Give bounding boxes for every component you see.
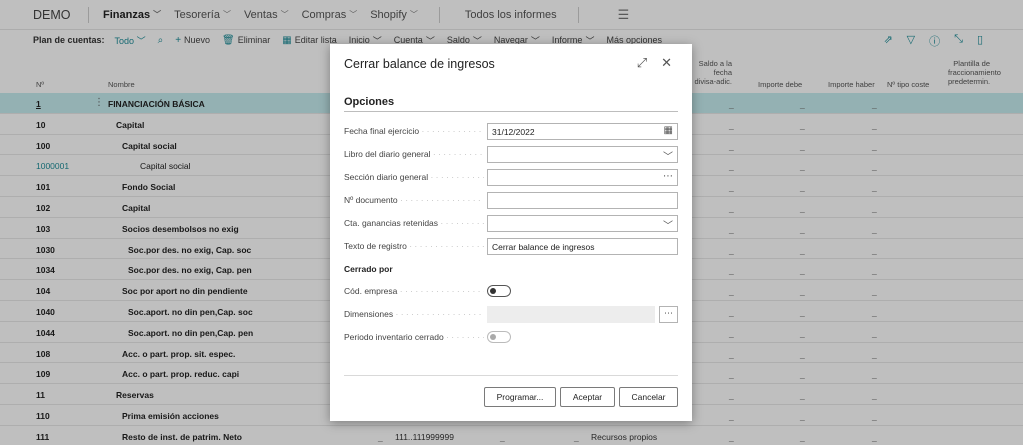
libro-select[interactable]: ﹀ (487, 146, 678, 163)
footer-divider (344, 375, 678, 376)
documento-field: Nº documento (344, 192, 678, 209)
texto-input[interactable]: Cerrar balance de ingresos (487, 238, 678, 255)
field-label: Texto de registro (344, 241, 484, 251)
periodo-toggle (487, 331, 511, 343)
cancelar-button[interactable]: Cancelar (619, 387, 678, 407)
close-income-dialog: Cerrar balance de ingresos ⤢ ✕ Opciones … (330, 44, 692, 421)
calendar-icon[interactable]: ▦ (664, 125, 673, 136)
texto-field: Texto de registro Cerrar balance de ingr… (344, 238, 678, 255)
field-label: Sección diario general (344, 172, 484, 182)
ellipsis-icon[interactable]: ⋯ (663, 171, 673, 182)
field-label: Nº documento (344, 195, 484, 205)
cod-empresa-toggle[interactable] (487, 285, 511, 297)
dialog-title: Cerrar balance de ingresos (344, 57, 495, 71)
toggle-knob (490, 334, 496, 340)
field-label: Cta. ganancias retenidas (344, 218, 484, 228)
aceptar-button[interactable]: Aceptar (560, 387, 615, 407)
field-label: Periodo inventario cerrado (344, 332, 484, 342)
dimensiones-input (487, 306, 655, 323)
dialog-header-icons: ⤢ ✕ (637, 55, 672, 71)
fecha-field: Fecha final ejercicio 31/12/2022 ▦ (344, 123, 678, 140)
documento-input[interactable] (487, 192, 678, 209)
field-label: Dimensiones (344, 309, 484, 319)
expand-icon[interactable]: ⤢ (637, 55, 647, 71)
dimensiones-ellipsis-button[interactable]: ⋯ (659, 306, 678, 323)
periodo-field: Periodo inventario cerrado (344, 329, 678, 346)
fecha-input[interactable]: 31/12/2022 ▦ (487, 123, 678, 140)
field-label: Libro del diario general (344, 149, 484, 159)
cod-empresa-field: Cód. empresa (344, 283, 678, 300)
chevron-down-icon: ﹀ (663, 221, 673, 232)
section-header: Opciones (344, 96, 678, 112)
libro-field: Libro del diario general ﹀ (344, 146, 678, 163)
close-icon[interactable]: ✕ (661, 55, 672, 71)
cta-select[interactable]: ﹀ (487, 215, 678, 232)
field-label: Fecha final ejercicio (344, 126, 484, 136)
field-value: 31/12/2022 (492, 127, 535, 137)
field-label: Cód. empresa (344, 286, 484, 296)
seccion-input[interactable]: ⋯ (487, 169, 678, 186)
cerrado-por-heading: Cerrado por (344, 264, 393, 274)
toggle-knob (490, 288, 496, 294)
seccion-field: Sección diario general ⋯ (344, 169, 678, 186)
programar-button[interactable]: Programar... (484, 387, 556, 407)
chevron-down-icon: ﹀ (663, 152, 673, 163)
dimensiones-field: Dimensiones ⋯ (344, 306, 678, 323)
field-value: Cerrar balance de ingresos (492, 242, 595, 252)
cta-field: Cta. ganancias retenidas ﹀ (344, 215, 678, 232)
